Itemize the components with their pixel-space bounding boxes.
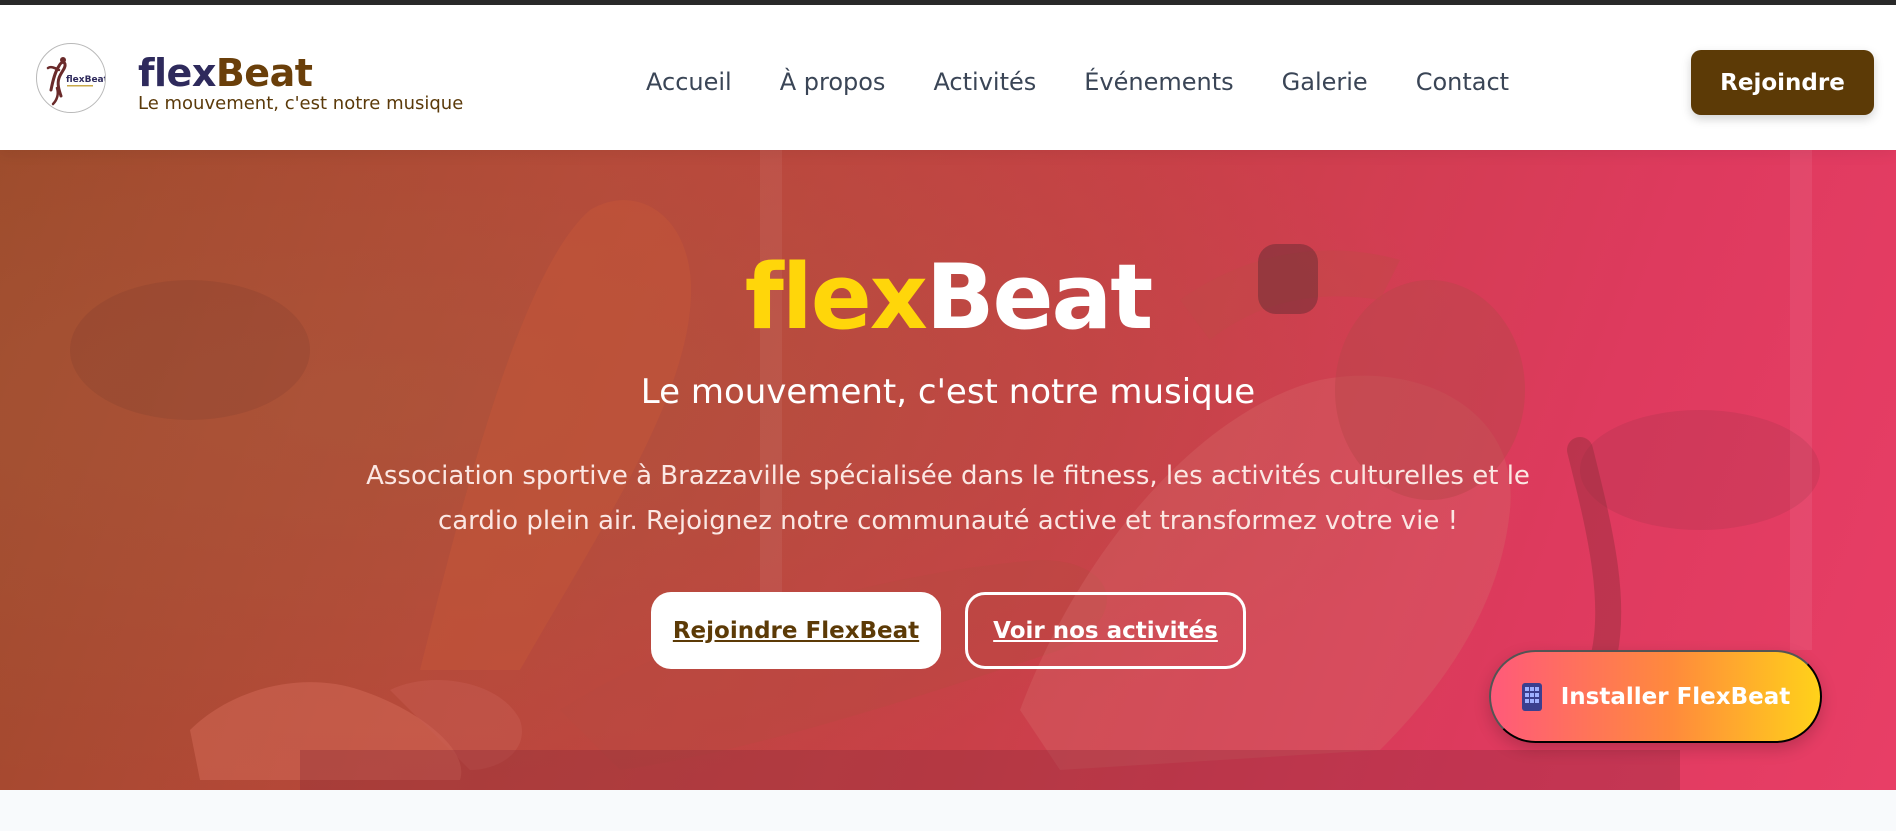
- nav-item-a-propos[interactable]: À propos: [780, 62, 886, 102]
- brand-name[interactable]: flexBeat: [138, 49, 313, 97]
- nav-item-activites[interactable]: Activités: [933, 62, 1036, 102]
- mobile-phone-icon: [1521, 682, 1542, 711]
- logo-text: flexBeat: [66, 75, 106, 85]
- hero-title-flex: flex: [744, 245, 928, 350]
- brand-logo[interactable]: flexBeat: [36, 43, 106, 113]
- join-button[interactable]: Rejoindre: [1691, 50, 1874, 115]
- brand-name-flex: flex: [138, 51, 216, 95]
- join-flexbeat-button[interactable]: Rejoindre FlexBeat: [651, 592, 941, 669]
- install-app-label: Installer FlexBeat: [1560, 683, 1791, 710]
- main-nav: Accueil À propos Activités Événements Ga…: [646, 62, 1557, 102]
- hero-subtitle: Le mouvement, c'est notre musique: [640, 372, 1256, 412]
- hero-title-beat: Beat: [925, 245, 1153, 350]
- site-header: flexBeat flexBeat Le mouvement, c'est no…: [0, 5, 1896, 150]
- nav-item-galerie[interactable]: Galerie: [1282, 62, 1368, 102]
- next-section-edge: [0, 790, 1896, 831]
- nav-item-contact[interactable]: Contact: [1416, 62, 1509, 102]
- nav-item-accueil[interactable]: Accueil: [646, 62, 732, 102]
- hero-title: flexBeat: [0, 246, 1896, 350]
- brand-tagline: Le mouvement, c'est notre musique: [138, 93, 464, 114]
- view-activities-button[interactable]: Voir nos activités: [965, 592, 1246, 669]
- install-app-button[interactable]: Installer FlexBeat: [1489, 650, 1822, 743]
- hero-description: Association sportive à Brazzaville spéci…: [366, 461, 1530, 536]
- nav-item-evenements[interactable]: Événements: [1084, 62, 1233, 102]
- brand-name-beat: Beat: [215, 51, 313, 95]
- dancer-logo-icon: flexBeat: [38, 45, 106, 112]
